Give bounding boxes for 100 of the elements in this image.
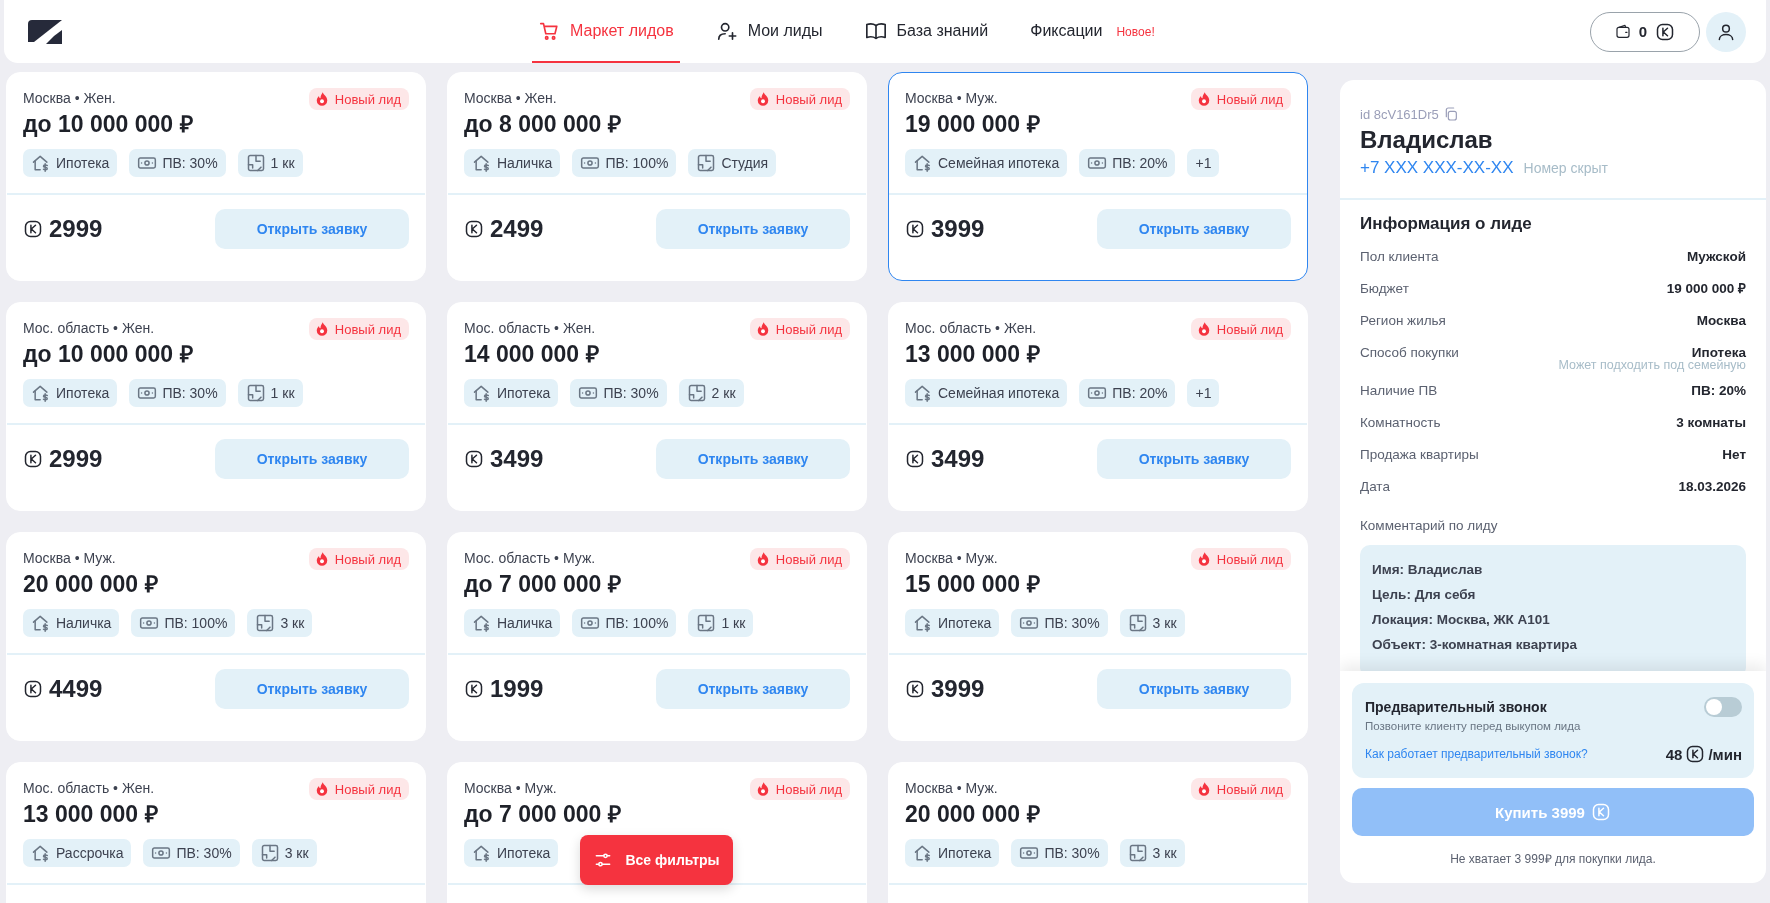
house-icon — [472, 613, 492, 633]
location-text: Мос. область • Жен. — [23, 779, 155, 796]
floor-plan-icon — [686, 383, 707, 403]
balance-button[interactable]: 0 — [1590, 11, 1700, 52]
new-lead-badge: Новый лид — [308, 88, 409, 110]
new-lead-badge: Новый лид — [1190, 88, 1291, 110]
coin-icon — [464, 449, 484, 469]
info-value: ПВ: 20% — [1691, 382, 1746, 398]
tag: 1 кк — [237, 379, 303, 407]
tag: ПВ: 30% — [129, 379, 226, 407]
info-value: 3 комнаты — [1676, 414, 1746, 430]
tag: 3 кк — [1119, 839, 1185, 867]
precall-subtitle: Позвоните клиенту перед выкупом лида — [1365, 720, 1582, 732]
price: 3999 — [931, 215, 985, 243]
info-label: Регион жилья — [1360, 312, 1446, 328]
coin-icon — [905, 219, 925, 239]
info-label: Наличие ПВ — [1360, 382, 1438, 398]
budget-amount: 20 000 000 ₽ — [904, 800, 1041, 829]
tag: Семейная ипотека — [905, 379, 1068, 407]
floor-plan-icon — [696, 153, 717, 173]
comment-line: Имя: Владислав — [1372, 561, 1484, 579]
precall-title: Предварительный звонок — [1365, 699, 1547, 715]
new-lead-badge: Новый лид — [308, 778, 409, 800]
info-label: Дата — [1360, 478, 1390, 494]
floor-plan-icon — [259, 843, 280, 863]
profile-button[interactable] — [1706, 11, 1746, 52]
house-icon — [31, 613, 51, 633]
comment-line: Локация: Москва, ЖК А101 — [1372, 611, 1551, 629]
budget-amount: до 8 000 000 ₽ — [463, 110, 622, 139]
tag: ПВ: 30% — [1011, 609, 1108, 637]
info-value: 19 000 000 ₽ — [1666, 280, 1746, 297]
info-value: 18.03.2026 — [1678, 478, 1746, 494]
filters-button[interactable]: Все фильтры — [580, 835, 733, 885]
info-label: Пол клиента — [1360, 248, 1439, 264]
new-lead-badge: Новый лид — [308, 548, 409, 570]
house-icon — [913, 843, 933, 863]
tag: 3 кк — [1119, 609, 1185, 637]
price: 2999 — [49, 445, 103, 473]
info-value: Москва — [1696, 312, 1746, 328]
nav-tab[interactable]: Мои лиды — [709, 0, 829, 63]
lead-card[interactable]: Мос. область • Муж. Новый лид до 7 000 000 ₽ Наличка ПВ: 100% 1 кк 1999 Открыть заявку — [447, 532, 867, 741]
wallet-icon — [1614, 23, 1631, 40]
info-value: Ипотека — [1691, 344, 1746, 360]
floor-plan-icon — [245, 383, 266, 403]
budget-amount: до 10 000 000 ₽ — [22, 340, 194, 369]
rate-unit: /мин — [1708, 745, 1742, 763]
new-lead-badge: Новый лид — [749, 88, 850, 110]
coin-icon — [1685, 744, 1706, 764]
lead-card[interactable]: Москва • Муж. Новый лид 19 000 000 ₽ Семейная ипотека ПВ: 20% +1 3999 Открыть заявку — [888, 72, 1308, 281]
tag: Ипотека — [464, 379, 559, 407]
coin-icon — [1655, 21, 1676, 42]
coin-icon — [23, 679, 43, 699]
location-text: Мос. область • Жен. — [23, 319, 155, 336]
lead-card[interactable]: Москва • Муж. Новый лид 20 000 000 ₽ Ипотека ПВ: 30% 3 кк — [888, 762, 1308, 903]
tag: Ипотека — [23, 149, 118, 177]
lead-card[interactable]: Мос. область • Жен. Новый лид 13 000 000 ₽ Рассрочка ПВ: 30% 3 кк — [6, 762, 426, 903]
info-label: Способ покупки — [1360, 344, 1459, 360]
budget-amount: до 7 000 000 ₽ — [463, 570, 622, 599]
tag: Ипотека — [905, 839, 1000, 867]
location-text: Москва • Жен. — [464, 89, 557, 106]
nav-tab[interactable]: Фиксации — [1024, 0, 1109, 63]
lead-card[interactable]: Москва • Муж. Новый лид 15 000 000 ₽ Ипотека ПВ: 30% 3 кк 3999 Открыть заявку — [888, 532, 1308, 741]
new-lead-badge: Новый лид — [1190, 548, 1291, 570]
location-text: Москва • Муж. — [905, 89, 998, 106]
location-text: Москва • Муж. — [464, 779, 557, 796]
comment-label: Комментарий по лиду — [1360, 518, 1499, 533]
lead-card[interactable]: Москва • Жен. Новый лид до 10 000 000 ₽ Ипотека ПВ: 30% 1 кк 2999 Открыть заявку — [6, 72, 426, 281]
tag: ПВ: 20% — [1079, 379, 1176, 407]
price: 2999 — [49, 215, 103, 243]
balance-note: Не хватает 3 999₽ для покупки лида. — [1449, 851, 1657, 867]
info-note: Может подходить под семейную — [1557, 358, 1746, 372]
section-title: Информация о лиде — [1360, 214, 1533, 234]
nav-tab[interactable]: База знаний — [858, 0, 995, 63]
coin-icon — [905, 449, 925, 469]
tag: 1 кк — [688, 609, 754, 637]
new-lead-badge: Новый лид — [1190, 778, 1291, 800]
lead-card[interactable]: Мос. область • Жен. Новый лид 14 000 000 ₽ Ипотека ПВ: 30% 2 кк 3499 Открыть заявку — [447, 302, 867, 511]
location-text: Москва • Муж. — [905, 549, 998, 566]
tag: Наличка — [23, 609, 120, 637]
location-text: Мос. область • Жен. — [464, 319, 596, 336]
logo[interactable] — [28, 19, 64, 44]
lead-card[interactable]: Мос. область • Жен. Новый лид 13 000 000 ₽ Семейная ипотека ПВ: 20% +1 3499 Открыть заявку — [888, 302, 1308, 511]
lead-card[interactable]: Москва • Жен. Новый лид до 8 000 000 ₽ Наличка ПВ: 100% Студия 2499 Открыть заявку — [447, 72, 867, 281]
tag: ПВ: 30% — [570, 379, 667, 407]
tag: 2 кк — [678, 379, 744, 407]
lead-card[interactable]: Москва • Муж. Новый лид 20 000 000 ₽ Наличка ПВ: 100% 3 кк 4499 Открыть заявку — [6, 532, 426, 741]
tag: ПВ: 30% — [129, 149, 226, 177]
lead-card[interactable]: Мос. область • Жен. Новый лид до 10 000 000 ₽ Ипотека ПВ: 30% 1 кк 2999 Открыть заявку — [6, 302, 426, 511]
tag: Семейная ипотека — [905, 149, 1068, 177]
toggle-switch[interactable] — [1704, 697, 1742, 717]
tag: Ипотека — [23, 379, 118, 407]
comment-line: Объект: 3-комнатная квартира — [1372, 636, 1578, 654]
nav-tab[interactable]: Маркет лидов — [532, 0, 680, 63]
info-label: Продажа квартиры — [1360, 446, 1479, 462]
location-text: Мос. область • Жен. — [905, 319, 1037, 336]
location-text: Москва • Муж. — [905, 779, 998, 796]
tag: +1 — [1187, 379, 1220, 407]
house-icon — [913, 383, 933, 403]
house-icon — [31, 843, 51, 863]
new-lead-badge: Новый лид — [749, 318, 850, 340]
